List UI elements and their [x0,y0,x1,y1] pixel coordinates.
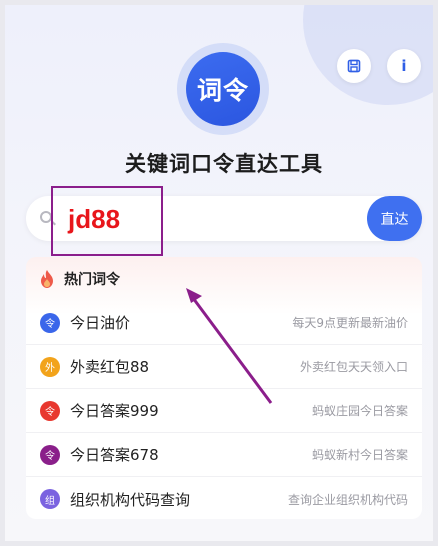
item-badge: 令 [40,400,60,421]
list-item[interactable]: 外外卖红包88 外卖红包天天领入口 [26,345,422,389]
item-name: 今日答案999 [70,402,159,420]
info-button[interactable]: i [387,49,421,83]
item-description: 蚂蚁庄园今日答案 [311,404,408,418]
background-decoration [303,5,433,105]
item-badge: 令 [40,312,60,333]
item-name: 今日油价 [70,314,131,332]
hot-keywords-panel: 热门词令 令今日油价 每天9点更新最新油价外外卖红包88 外卖红包天天领入口令今日答… [26,257,422,519]
list-item[interactable]: 令今日答案999 蚂蚁庄园今日答案 [26,389,422,433]
list-item[interactable]: 令今日答案678 蚂蚁新村今日答案 [26,433,422,477]
item-name: 组织机构代码查询 [70,490,191,509]
save-icon [347,59,361,73]
fire-icon [41,270,53,288]
list-item[interactable]: 组组织机构代码查询 查询企业组织机构代码 [26,477,422,521]
item-name: 今日答案678 [70,446,159,464]
panel-header: 热门词令 [26,257,422,301]
item-badge: 外 [40,356,60,377]
app-frame: i 词令 关键词口令直达工具 jd88 直达 热门词令 令今日油价 每天9点更新最… [0,0,438,546]
go-button[interactable]: 直达 [367,196,422,241]
app-logo: 词令 [177,43,269,135]
item-description: 外卖红包天天领入口 [299,360,408,374]
logo-badge: 词令 [186,52,260,126]
item-badge: 组 [40,489,60,509]
panel-title: 热门词令 [64,272,120,288]
page-title: 关键词口令直达工具 [125,152,323,176]
item-description: 蚂蚁新村今日答案 [311,448,408,462]
item-name: 外卖红包88 [70,358,150,376]
annotation-highlight-box [51,186,163,256]
list-item[interactable]: 令今日油价 每天9点更新最新油价 [26,301,422,345]
item-badge: 令 [40,444,60,465]
info-icon: i [401,57,407,75]
save-button[interactable] [337,49,371,83]
item-description: 每天9点更新最新油价 [292,316,408,330]
item-description: 查询企业组织机构代码 [287,492,408,507]
hot-keywords-list: 令今日油价 每天9点更新最新油价外外卖红包88 外卖红包天天领入口令今日答案999 蚂… [26,301,422,521]
